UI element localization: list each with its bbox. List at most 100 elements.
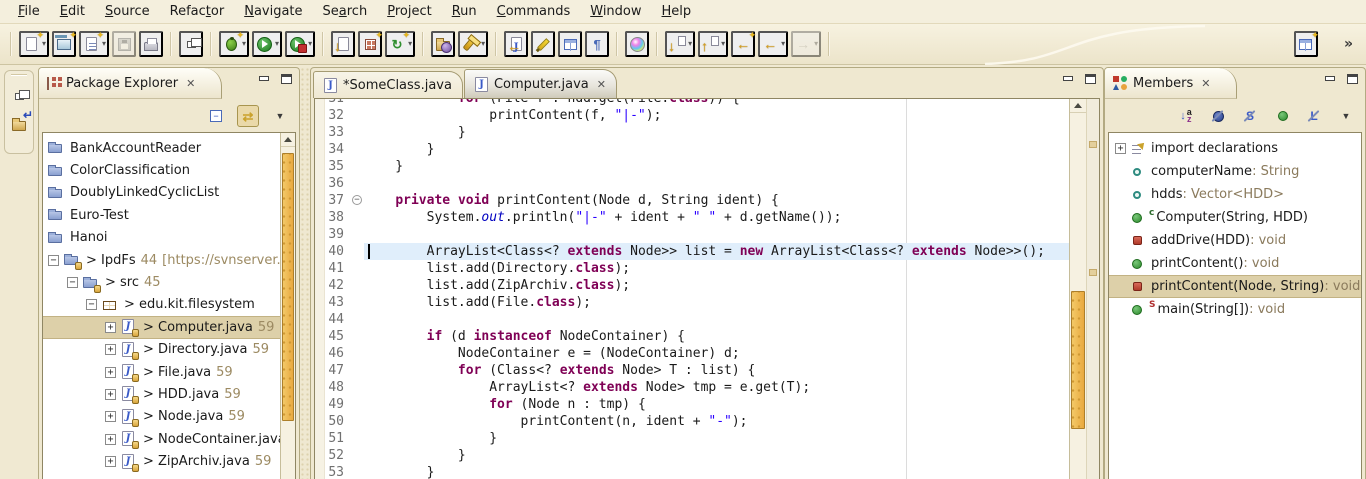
- new-wizard-button[interactable]: ✦▾: [19, 31, 49, 57]
- tab-members[interactable]: Members ✕: [1105, 68, 1237, 99]
- member-hdds[interactable]: hdds : Vector<HDD>: [1109, 183, 1361, 206]
- mark-occurrences-button[interactable]: [531, 31, 555, 57]
- tab-someclass-java[interactable]: J *SomeClass.java: [313, 71, 463, 98]
- dropdown-arrow-icon[interactable]: ▾: [242, 40, 246, 48]
- tab-package-explorer[interactable]: Package Explorer ✕: [39, 68, 222, 99]
- restore-views-button[interactable]: [8, 84, 30, 108]
- expander-plus-icon[interactable]: +: [105, 367, 116, 378]
- code-line-49[interactable]: 49 for (Node n : tmp) {: [315, 396, 1069, 413]
- code-line-31[interactable]: 31 for (File f : hdd.get(File.class)) {: [315, 98, 1069, 107]
- dropdown-arrow-icon[interactable]: ▾: [781, 40, 785, 48]
- code-line-32[interactable]: 32 printContent(f, "|-");: [315, 107, 1069, 124]
- dropdown-arrow-icon[interactable]: ▾: [814, 40, 818, 48]
- run-button[interactable]: ▾: [252, 31, 282, 57]
- fold-collapse-icon[interactable]: −: [352, 195, 362, 205]
- scrollbar-thumb[interactable]: [1071, 291, 1085, 429]
- code-line-41[interactable]: 41 list.add(Directory.class);: [315, 260, 1069, 277]
- sash-divider[interactable]: [300, 67, 310, 479]
- next-annotation-button[interactable]: ↓▾: [665, 31, 695, 57]
- member-adddrive-hdd[interactable]: addDrive(HDD) : void: [1109, 229, 1361, 252]
- view-menu-button[interactable]: ▼: [269, 105, 291, 127]
- maximize-button[interactable]: [1083, 74, 1097, 86]
- tree-item-src[interactable]: −> src45: [43, 271, 280, 293]
- member-main-string[interactable]: Smain(String[]) : void: [1109, 298, 1361, 321]
- hide-static-members-button[interactable]: S: [1239, 105, 1261, 127]
- dropdown-arrow-icon[interactable]: ▾: [688, 40, 692, 48]
- code-line-34[interactable]: 34 }: [315, 141, 1069, 158]
- tree-item-node-java[interactable]: +J> Node.java59: [43, 406, 280, 428]
- editor-scrollbar[interactable]: [1069, 99, 1086, 479]
- last-edit-location-button[interactable]: ←✦: [731, 31, 755, 57]
- close-icon[interactable]: ✕: [1201, 77, 1210, 90]
- tab-computer-java[interactable]: J Computer.java ✕: [464, 69, 617, 98]
- tree-item-nodecontainer-java[interactable]: +J> NodeContainer.java59: [43, 428, 280, 450]
- expander-minus-icon[interactable]: −: [67, 277, 78, 288]
- menu-project[interactable]: Project: [377, 2, 442, 21]
- toolbar-overflow-chevron[interactable]: »: [1344, 36, 1352, 52]
- debug-button[interactable]: ✦▾: [219, 31, 249, 57]
- menu-file[interactable]: File: [8, 2, 50, 21]
- run-external-tools-button[interactable]: ▾: [285, 31, 315, 57]
- refresh-button[interactable]: ↻✦▾: [385, 31, 415, 57]
- code-line-36[interactable]: 36: [315, 175, 1069, 192]
- code-line-48[interactable]: 48 ArrayList<? extends Node> tmp = e.get…: [315, 379, 1069, 396]
- expander-plus-icon[interactable]: +: [105, 456, 116, 467]
- hide-non-public-button[interactable]: [1271, 105, 1293, 127]
- code-line-44[interactable]: 44: [315, 311, 1069, 328]
- dropdown-arrow-icon[interactable]: ▾: [481, 40, 485, 48]
- tree-item-euro-test[interactable]: Euro-Test: [43, 204, 280, 226]
- member-printcontent[interactable]: printContent() : void: [1109, 252, 1361, 275]
- minimize-button[interactable]: [1061, 74, 1075, 86]
- dropdown-arrow-icon[interactable]: ▾: [275, 40, 279, 48]
- show-view-button[interactable]: [558, 31, 582, 57]
- hide-local-types-button[interactable]: L: [1303, 105, 1325, 127]
- previous-annotation-button[interactable]: ↑▾: [698, 31, 728, 57]
- expander-plus-icon[interactable]: +: [1115, 143, 1126, 154]
- last-edit-button[interactable]: J←: [504, 31, 528, 57]
- hide-fields-button[interactable]: [1207, 105, 1229, 127]
- toolbar-handle[interactable]: [10, 32, 12, 56]
- code-line-35[interactable]: 35 }: [315, 158, 1069, 175]
- tree-item-file-java[interactable]: +J> File.java59: [43, 361, 280, 383]
- code-line-52[interactable]: 52 }: [315, 447, 1069, 464]
- dropdown-arrow-icon[interactable]: ▾: [102, 40, 106, 48]
- menu-run[interactable]: Run: [442, 2, 487, 21]
- maximize-button[interactable]: [279, 74, 293, 86]
- scrollbar-thumb[interactable]: [282, 153, 294, 421]
- web-browser-button[interactable]: [625, 31, 649, 57]
- member-computer-string-hdd[interactable]: cComputer(String, HDD): [1109, 206, 1361, 229]
- commit-button[interactable]: ↓: [331, 31, 355, 57]
- open-resource-button[interactable]: ↵: [8, 112, 30, 136]
- code-editor[interactable]: 31 for (File f : hdd.get(File.class)) {3…: [314, 98, 1100, 479]
- menu-refactor[interactable]: Refactor: [160, 2, 235, 21]
- print-button[interactable]: [139, 31, 163, 57]
- tree-item-hanoi[interactable]: Hanoi: [43, 227, 280, 249]
- link-with-editor-button[interactable]: ⇄: [237, 105, 259, 127]
- code-line-51[interactable]: 51 }: [315, 430, 1069, 447]
- overview-marker[interactable]: [1089, 141, 1097, 148]
- code-line-38[interactable]: 38 System.out.println("|-" + ident + " "…: [315, 209, 1069, 226]
- code-line-42[interactable]: 42 list.add(ZipArchiv.class);: [315, 277, 1069, 294]
- tree-item-computer-java[interactable]: +J> Computer.java59: [43, 316, 280, 338]
- code-line-33[interactable]: 33 }: [315, 124, 1069, 141]
- menu-edit[interactable]: Edit: [50, 2, 95, 21]
- code-line-40[interactable]: 40 ArrayList<Class<? extends Node>> list…: [315, 243, 1069, 260]
- code-line-46[interactable]: 46 NodeContainer e = (NodeContainer) d;: [315, 345, 1069, 362]
- dropdown-arrow-icon[interactable]: ▾: [308, 40, 312, 48]
- scroll-up-arrow[interactable]: [1070, 99, 1086, 113]
- new-type-button[interactable]: ✦▾: [79, 31, 109, 57]
- open-type-button[interactable]: [431, 31, 455, 57]
- menu-help[interactable]: Help: [652, 2, 702, 21]
- menu-navigate[interactable]: Navigate: [234, 2, 312, 21]
- open-perspective-button[interactable]: ✦: [1294, 31, 1318, 57]
- overview-ruler[interactable]: [1086, 99, 1099, 479]
- minimize-button[interactable]: [1323, 74, 1337, 86]
- tree-item-ipdfs[interactable]: −> IpdFs44[https://svnserver.i: [43, 249, 280, 271]
- expander-plus-icon[interactable]: +: [105, 434, 116, 445]
- menu-source[interactable]: Source: [95, 2, 160, 21]
- new-window-button[interactable]: ✦: [52, 31, 76, 57]
- code-line-53[interactable]: 53 }: [315, 464, 1069, 479]
- collapse-all-button[interactable]: −: [205, 105, 227, 127]
- expander-plus-icon[interactable]: +: [105, 322, 116, 333]
- code-line-50[interactable]: 50 printContent(n, ident + "-");: [315, 413, 1069, 430]
